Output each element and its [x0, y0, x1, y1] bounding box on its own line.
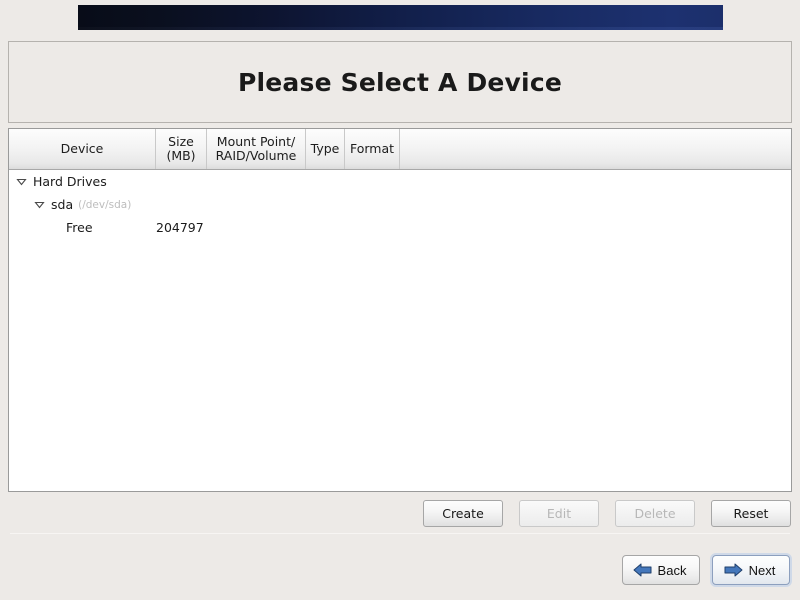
- column-header-filler: [400, 129, 791, 169]
- arrow-right-icon: [724, 562, 743, 578]
- column-header-device[interactable]: Device: [9, 129, 156, 169]
- column-header-format[interactable]: Format: [345, 129, 400, 169]
- title-panel: Please Select A Device: [8, 41, 792, 123]
- page-title: Please Select A Device: [237, 67, 563, 97]
- footer-separator: [10, 533, 790, 534]
- back-button-label: Back: [657, 562, 687, 578]
- banner-sheen: [78, 27, 723, 30]
- next-button[interactable]: Next: [712, 555, 790, 585]
- wizard-nav-bar: Back Next: [622, 555, 790, 585]
- column-header-size[interactable]: Size (MB): [156, 129, 207, 169]
- expanded-triangle-icon[interactable]: [33, 198, 46, 211]
- table-body: Hard Drives sda (/dev/sda) Free 204797: [9, 170, 791, 239]
- device-name: Hard Drives: [33, 174, 107, 189]
- column-header-type[interactable]: Type: [306, 129, 345, 169]
- expanded-triangle-icon[interactable]: [15, 175, 28, 188]
- edit-button: Edit: [519, 499, 599, 527]
- device-name: Free: [66, 220, 93, 235]
- delete-button: Delete: [615, 499, 695, 527]
- size-cell: 204797: [156, 220, 204, 235]
- reset-button[interactable]: Reset: [711, 499, 791, 527]
- header-banner: [78, 5, 723, 30]
- table-row[interactable]: Hard Drives: [9, 170, 791, 193]
- table-row[interactable]: sda (/dev/sda): [9, 193, 791, 216]
- device-cell: Hard Drives: [9, 174, 156, 189]
- device-action-bar: Create Edit Delete Reset: [8, 498, 792, 528]
- arrow-left-icon: [633, 562, 652, 578]
- installer-window: Please Select A Device Device Size (MB) …: [0, 0, 800, 600]
- device-name: sda: [51, 197, 74, 212]
- device-path: (/dev/sda): [78, 198, 132, 211]
- table-header-row: Device Size (MB) Mount Point/ RAID/Volum…: [9, 129, 791, 170]
- create-button[interactable]: Create: [423, 499, 503, 527]
- device-cell: Free: [9, 220, 156, 235]
- table-row[interactable]: Free 204797: [9, 216, 791, 239]
- device-cell: sda (/dev/sda): [9, 197, 156, 212]
- column-header-mount-point[interactable]: Mount Point/ RAID/Volume: [207, 129, 306, 169]
- device-table[interactable]: Device Size (MB) Mount Point/ RAID/Volum…: [8, 128, 792, 492]
- back-button[interactable]: Back: [622, 555, 700, 585]
- next-button-label: Next: [748, 562, 776, 578]
